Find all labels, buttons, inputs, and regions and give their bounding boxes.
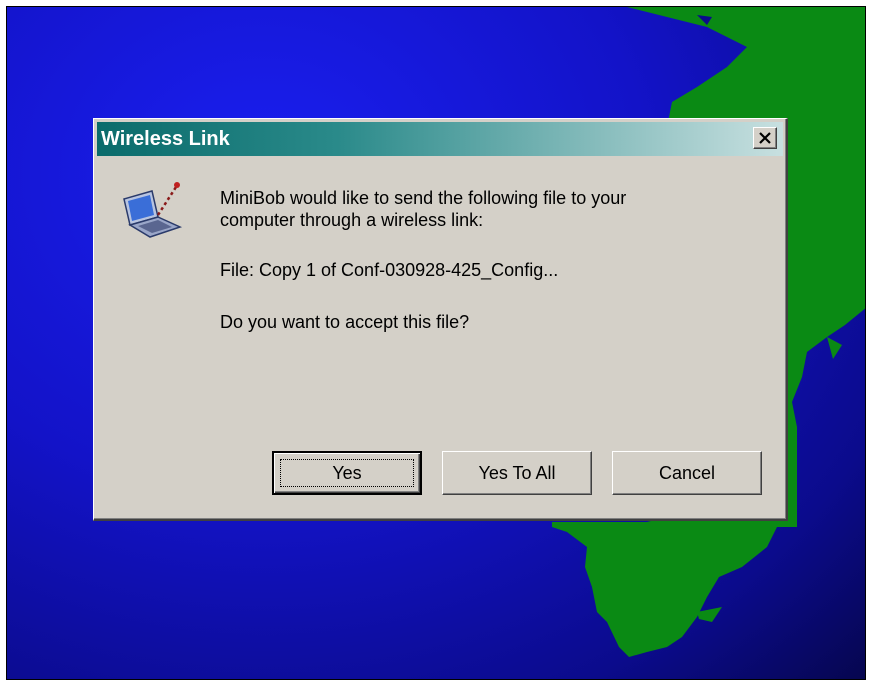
yes-to-all-button[interactable]: Yes To All [442, 451, 592, 495]
yes-button[interactable]: Yes [272, 451, 422, 495]
laptop-wireless-icon [118, 181, 184, 241]
cancel-button[interactable]: Cancel [612, 451, 762, 495]
yes-to-all-button-label: Yes To All [478, 462, 556, 483]
yes-button-label: Yes [332, 462, 362, 483]
dialog-titlebar[interactable]: Wireless Link [97, 122, 783, 156]
close-icon [759, 132, 771, 144]
message-line-2: computer through a wireless link: [220, 210, 484, 230]
dialog-title: Wireless Link [101, 128, 230, 150]
close-button[interactable] [753, 127, 777, 149]
screenshot-page: Wireless Link MiniBob would like to send [0, 0, 872, 685]
message-line-1: MiniBob would like to send the following… [220, 188, 627, 208]
file-name-text: File: Copy 1 of Conf-030928-425_Config..… [220, 260, 559, 280]
cancel-button-label: Cancel [658, 462, 716, 483]
accept-question: Do you want to accept this file? [220, 312, 470, 332]
wireless-link-dialog: Wireless Link MiniBob would like to send [93, 118, 788, 521]
